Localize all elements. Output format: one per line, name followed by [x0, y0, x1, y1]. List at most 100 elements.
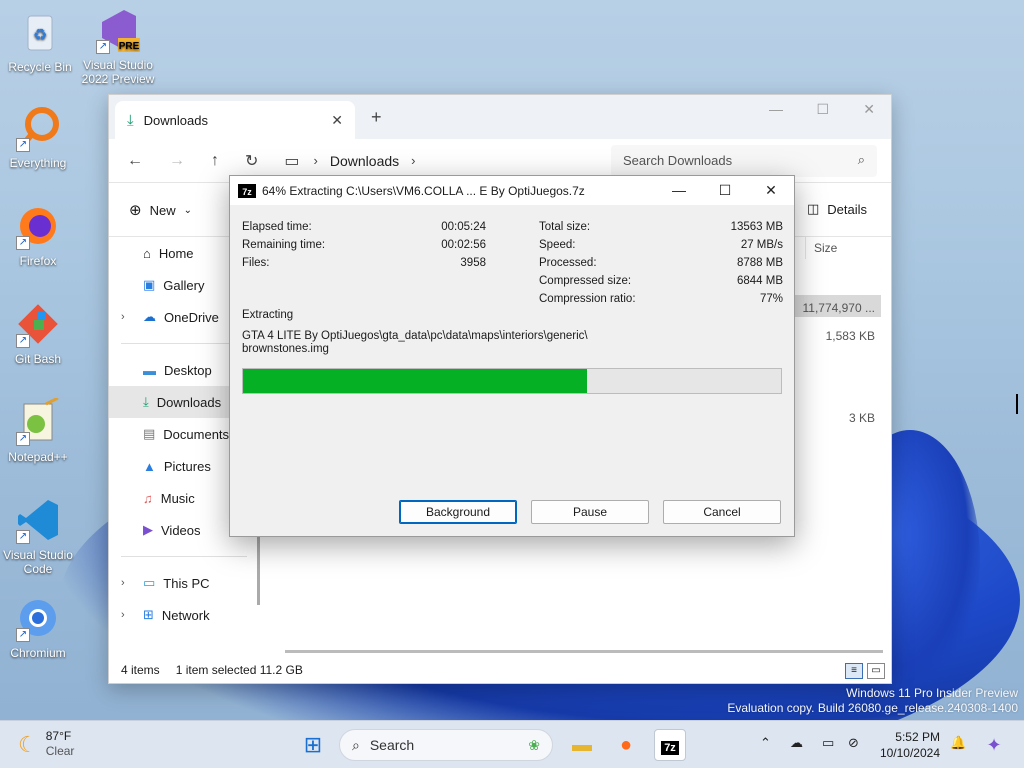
- stat-processed: Processed: 8788 MB: [539, 254, 783, 272]
- details-view-icon[interactable]: ≡: [845, 663, 863, 679]
- download-arrow-icon: ⤓: [127, 111, 134, 129]
- details-pane-icon: ◫: [806, 201, 820, 216]
- desktop-icon-label: Visual Studio 2022 Preview: [81, 58, 155, 86]
- maximize-icon[interactable]: ☐: [816, 101, 829, 118]
- desktop-icon-chromium[interactable]: ↗ Chromium: [0, 594, 76, 660]
- path-line: brownstones.img: [242, 343, 329, 355]
- search-highlight-icon: ❀: [528, 737, 540, 753]
- sidebar-item-label: Pictures: [163, 458, 211, 474]
- display-icon[interactable]: ▭: [822, 735, 834, 751]
- column-header-size[interactable]: Size: [805, 237, 879, 259]
- status-bar: 4 items 1 item selected 11.2 GB: [109, 659, 891, 683]
- chromium-icon: ↗: [14, 594, 62, 642]
- watermark-build: Evaluation copy. Build 26080.ge_release.…: [727, 701, 1018, 715]
- desktop-icon-recycle-bin[interactable]: ♻ Recycle Bin: [2, 8, 78, 74]
- weather-widget[interactable]: ☾ 87°F Clear: [18, 729, 74, 759]
- details-button[interactable]: ◫ Details: [807, 201, 867, 217]
- firefox-icon[interactable]: ●: [610, 729, 642, 761]
- shortcut-arrow-icon: ↗: [16, 432, 30, 446]
- background-button[interactable]: Background: [399, 500, 517, 524]
- sidebar-item-network[interactable]: › ⊞ Network: [109, 599, 259, 631]
- close-icon[interactable]: ✕: [863, 101, 875, 118]
- clock-date: 10/10/2024: [879, 746, 940, 760]
- sidebar-scrollbar[interactable]: [257, 525, 260, 605]
- status-selection: 1 item selected 11.2 GB: [175, 663, 303, 677]
- file-size-cell[interactable]: 3 KB: [849, 411, 875, 425]
- weather-condition: Clear: [45, 744, 75, 758]
- watermark-edition: Windows 11 Pro Insider Preview: [846, 686, 1018, 700]
- breadcrumb[interactable]: Downloads: [330, 153, 399, 169]
- weather-temperature: 87°F: [45, 729, 72, 743]
- minimize-icon[interactable]: —: [769, 101, 783, 117]
- maximize-icon[interactable]: ☐: [702, 176, 748, 205]
- stat-value: 77%: [759, 293, 783, 305]
- cloud-offline-icon[interactable]: ☁: [790, 735, 803, 751]
- sidebar-item-label: Videos: [161, 522, 201, 538]
- new-button[interactable]: ⊕ New ⌄: [129, 201, 192, 219]
- chevron-right-icon[interactable]: ›: [121, 577, 125, 589]
- stat-elapsed: Elapsed time: 00:05:24: [242, 218, 486, 236]
- time-stats: Elapsed time: 00:05:24 Remaining time: 00:…: [242, 218, 486, 272]
- desktop-icon-firefox[interactable]: ↗ Firefox: [0, 202, 76, 268]
- horizontal-scrollbar[interactable]: [285, 650, 883, 653]
- desktop-icon-visual-studio-preview[interactable]: PRE ↗ Visual Studio 2022 Preview: [80, 6, 156, 86]
- copilot-icon[interactable]: ✦: [978, 729, 1010, 761]
- cancel-button[interactable]: Cancel: [663, 500, 781, 524]
- stat-remaining: Remaining time: 00:02:56: [242, 236, 486, 254]
- progress-fill: [243, 369, 588, 393]
- back-arrow-icon[interactable]: ←: [127, 152, 143, 170]
- extract-progress-dialog: 7z 64% Extracting C:\Users\VM6.COLLA ...…: [229, 175, 795, 537]
- chevron-right-icon[interactable]: ›: [121, 609, 125, 621]
- dialog-window-controls: — ☐ ✕: [656, 176, 794, 205]
- desktop-icon-notepad-plus-plus[interactable]: ↗ Notepad++: [0, 396, 76, 464]
- sidebar-item-this-pc[interactable]: › ▭ This PC: [109, 567, 259, 599]
- minimize-icon[interactable]: —: [656, 176, 702, 205]
- forward-arrow-icon[interactable]: →: [169, 152, 185, 170]
- desktop-icon-everything[interactable]: ↗ Everything: [0, 104, 76, 170]
- search-input[interactable]: Search Downloads ⌕: [611, 145, 877, 177]
- music-icon: ♫: [143, 490, 153, 506]
- stat-label: Files:: [242, 257, 270, 269]
- status-item-count: 4 items: [121, 663, 160, 677]
- desktop-icon-label: Recycle Bin: [8, 60, 72, 74]
- network-status-icon[interactable]: ⊘: [848, 735, 859, 751]
- home-icon: ⌂: [143, 245, 151, 261]
- file-size-cell[interactable]: 1,583 KB: [826, 329, 875, 343]
- chevron-down-icon: ⌄: [183, 204, 192, 216]
- taskbar-search[interactable]: ⌕ Search ❀: [339, 729, 553, 761]
- desktop-icon-vscode[interactable]: ↗ Visual Studio Code: [0, 496, 76, 576]
- refresh-icon[interactable]: ↻: [245, 151, 258, 171]
- tab-label: Downloads: [143, 112, 208, 128]
- file-size-cell[interactable]: 11,774,970 ...: [802, 301, 875, 315]
- up-arrow-icon[interactable]: ↑: [211, 152, 219, 170]
- pause-button[interactable]: Pause: [531, 500, 649, 524]
- file-explorer-icon[interactable]: ▬: [566, 729, 598, 761]
- close-tab-icon[interactable]: ✕: [331, 112, 343, 129]
- close-icon[interactable]: ✕: [748, 176, 794, 205]
- start-icon[interactable]: ⊞: [297, 729, 329, 761]
- stat-label: Compressed size:: [539, 275, 632, 287]
- everything-search-icon: ↗: [14, 104, 62, 152]
- tiles-view-icon[interactable]: ▭: [867, 663, 885, 679]
- stat-value: 8788 MB: [736, 257, 783, 269]
- firefox-icon: ↗: [14, 202, 62, 250]
- visual-studio-preview-icon: PRE ↗: [94, 6, 142, 54]
- sidebar-item-label: Home: [158, 245, 194, 261]
- sidebar-item-label: Documents: [163, 426, 230, 442]
- desktop-icon-git-bash[interactable]: ↗ Git Bash: [0, 300, 76, 366]
- chevron-right-icon[interactable]: ›: [121, 311, 125, 323]
- search-placeholder: Search Downloads: [623, 153, 733, 168]
- 7zip-icon[interactable]: 7z: [654, 729, 686, 761]
- chevron-right-icon[interactable]: ›: [411, 153, 415, 168]
- clock[interactable]: 5:52 PM 10/10/2024: [876, 729, 940, 761]
- shortcut-arrow-icon: ↗: [16, 334, 30, 348]
- this-pc-monitor-icon[interactable]: ▭: [284, 151, 299, 171]
- notification-bell-icon[interactable]: 🔔: [950, 735, 966, 751]
- new-tab-button[interactable]: +: [371, 107, 382, 128]
- search-icon: ⌕: [352, 737, 360, 753]
- details-button-label: Details: [827, 201, 867, 217]
- svg-text:♻: ♻: [33, 27, 47, 44]
- tab-downloads[interactable]: ⤓ Downloads ✕: [115, 101, 355, 139]
- gallery-icon: ▣: [143, 277, 156, 292]
- chevron-up-icon[interactable]: ⌃: [760, 735, 771, 751]
